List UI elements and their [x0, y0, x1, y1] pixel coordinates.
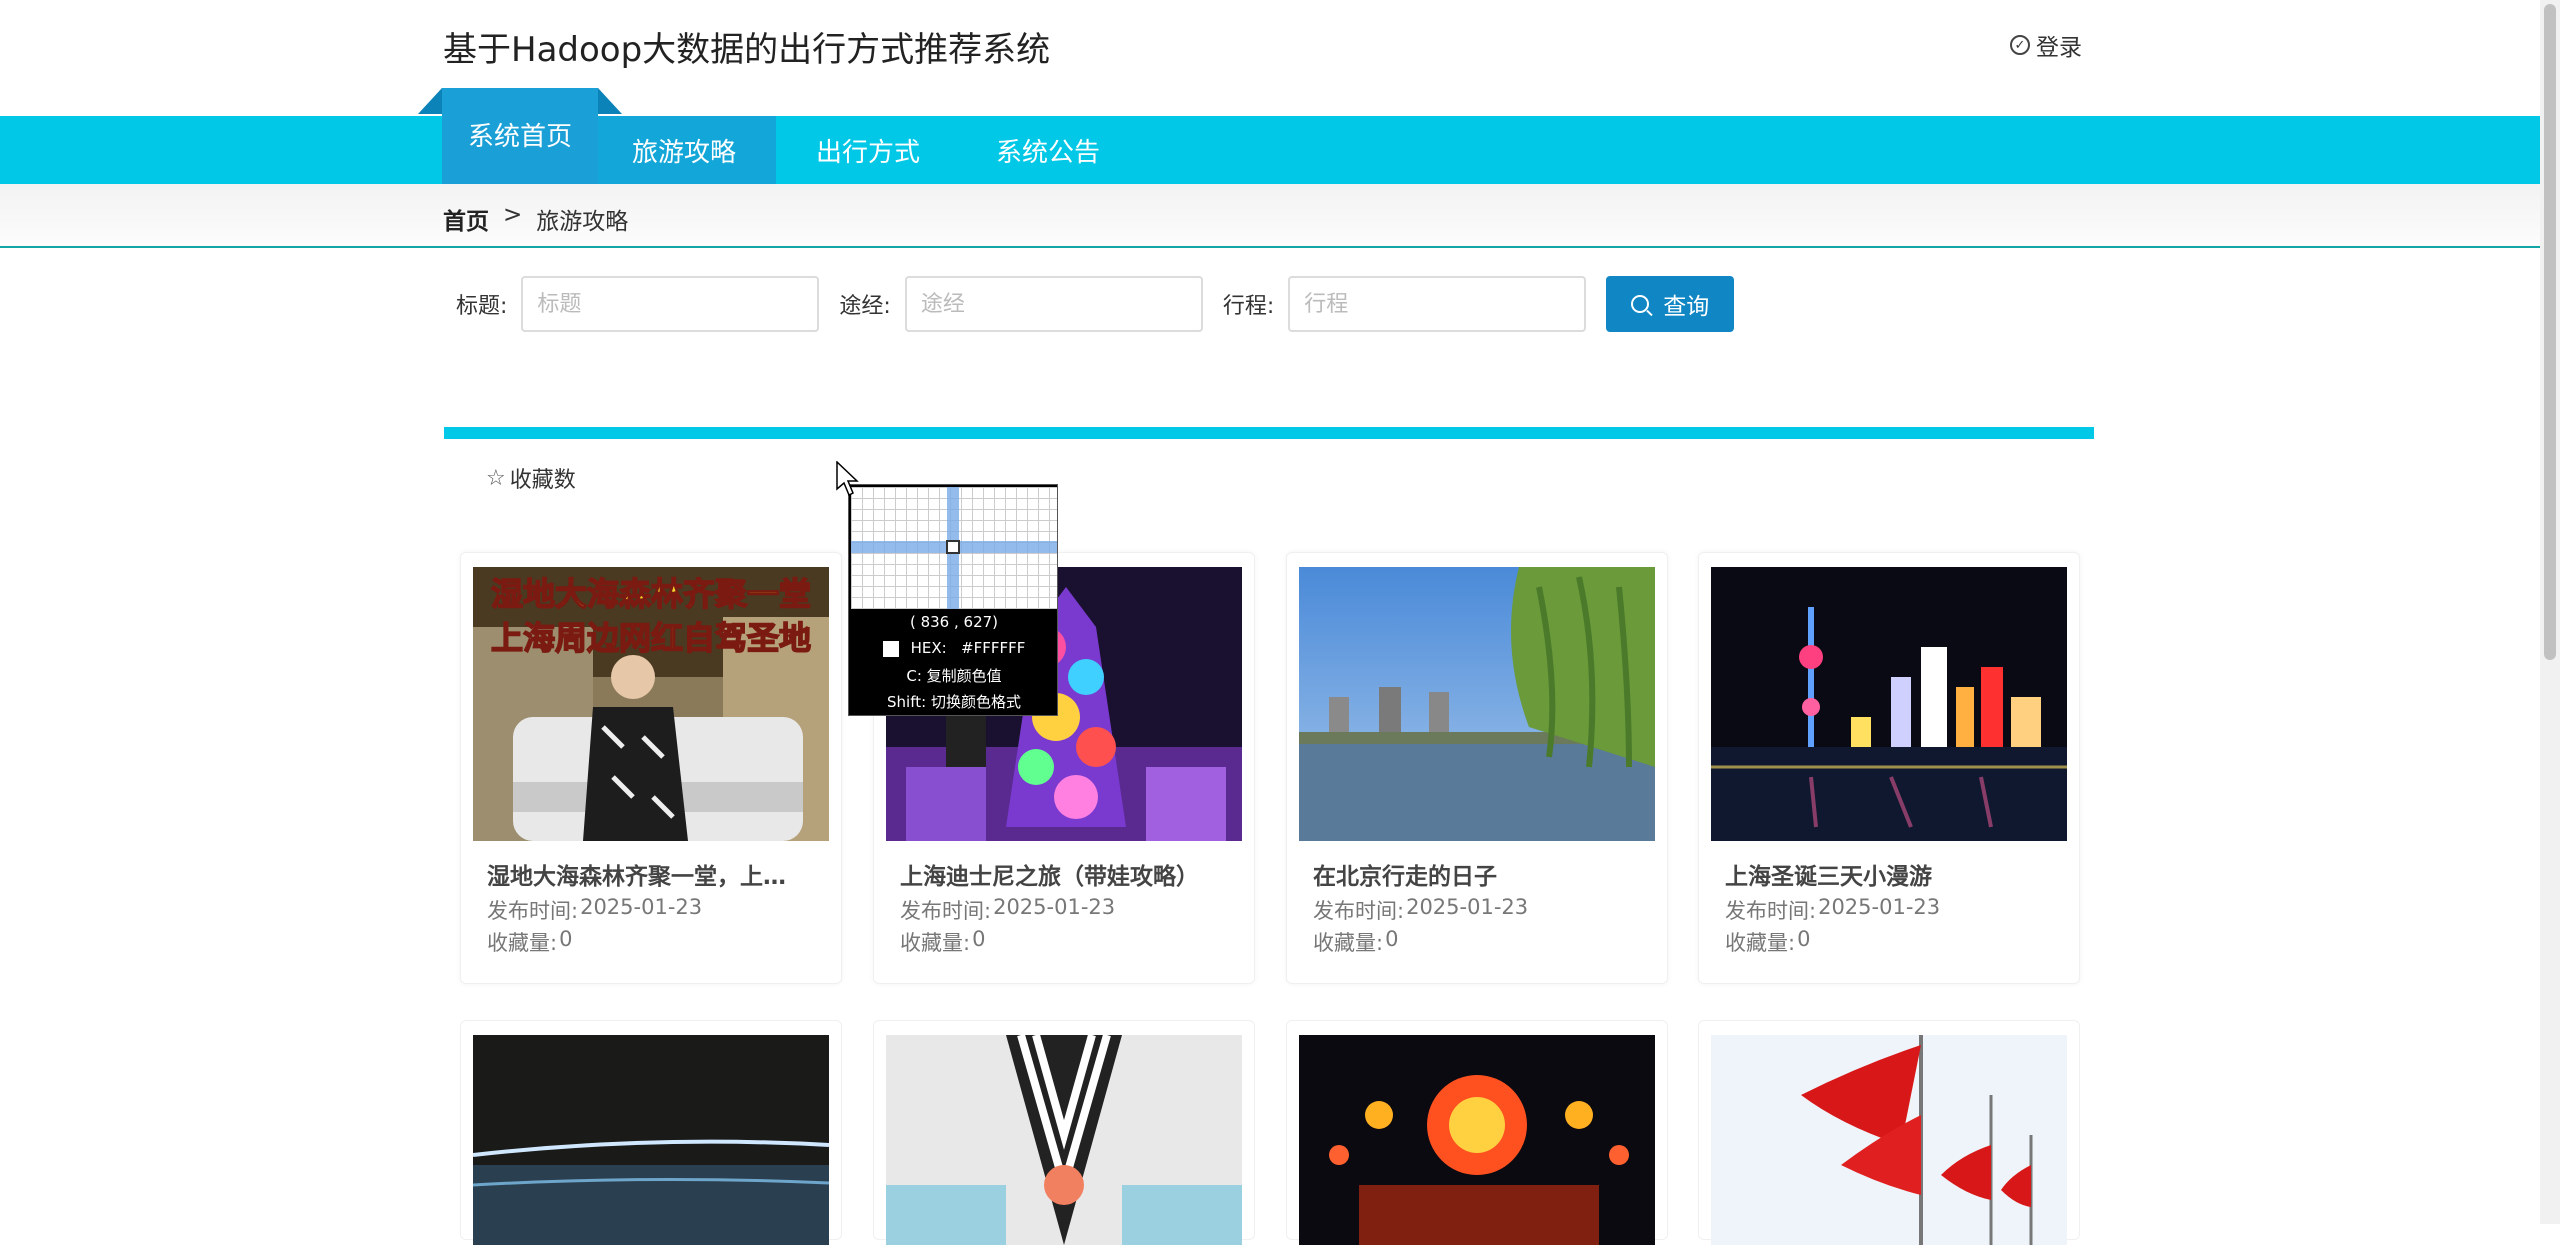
color-picker-overlay: ( 836 , 627) HEX: #FFFFFF C: 复制颜色值 Shift… — [848, 484, 1058, 716]
title-input[interactable] — [521, 276, 820, 332]
thumb-text-line2: 上海周边网红自驾圣地 — [491, 619, 811, 657]
card-favorites: 收藏量: 0 — [1313, 927, 1398, 957]
fav-label: 收藏量: — [1313, 931, 1384, 955]
color-swatch — [882, 640, 899, 657]
card-image: 湿地大海森林齐聚一堂 上海周边网红自驾圣地 — [473, 567, 829, 841]
trip-input[interactable] — [1288, 276, 1587, 332]
breadcrumb: 首页 > 旅游攻略 — [443, 202, 628, 236]
login-link[interactable]: ✓ 登录 — [2010, 28, 2082, 62]
nav-item-label: 出行方式 — [815, 137, 920, 168]
route-input[interactable] — [904, 276, 1203, 332]
fav-value: 0 — [559, 927, 573, 951]
search-form: 标题: 途经: 行程: 查询 — [456, 276, 1735, 332]
date-value: 2025-01-23 — [1406, 895, 1529, 919]
card-image — [473, 1035, 829, 1245]
breadcrumb-bar: 首页 > 旅游攻略 — [0, 184, 2540, 248]
card-image — [1711, 1035, 2067, 1245]
thumb-text-line1: 湿地大海森林齐聚一堂 — [491, 575, 811, 613]
search-button-label: 查询 — [1663, 294, 1710, 320]
site-title: 基于Hadoop大数据的出行方式推荐系统 — [443, 30, 1051, 70]
nav-item-label: 系统首页 — [467, 122, 572, 152]
tab-top — [442, 88, 598, 114]
nav-item-label: 旅游攻略 — [631, 137, 736, 168]
page-scrollbar[interactable] — [2540, 0, 2560, 1224]
breadcrumb-home[interactable]: 首页 — [443, 202, 489, 236]
nav-item-announcements[interactable]: 系统公告 — [960, 116, 1136, 184]
search-button[interactable]: 查询 — [1606, 276, 1735, 332]
card-date: 发布时间: 2025-01-23 — [1313, 895, 1528, 925]
guide-card[interactable]: 上海圣诞三天小漫游 发布时间: 2025-01-23 收藏量: 0 — [1698, 552, 2080, 984]
card-image — [1711, 567, 2067, 841]
date-label: 发布时间: — [1313, 899, 1405, 923]
card-favorites: 收藏量: 0 — [487, 927, 572, 957]
nav-item-home[interactable]: 系统首页 — [418, 88, 622, 184]
trip-label: 行程: — [1222, 294, 1275, 319]
card-title: 上海圣诞三天小漫游 — [1725, 864, 1932, 890]
fav-label: 收藏量: — [900, 931, 971, 955]
check-circle-icon: ✓ — [2010, 35, 2030, 55]
card-image — [886, 1035, 1242, 1245]
guide-card[interactable] — [460, 1020, 842, 1245]
card-date: 发布时间: 2025-01-23 — [900, 895, 1115, 925]
date-label: 发布时间: — [1725, 899, 1817, 923]
card-favorites: 收藏量: 0 — [1725, 927, 1810, 957]
section-divider — [444, 427, 2094, 439]
picker-copy-hint: C: 复制颜色值 — [906, 667, 1002, 685]
card-date: 发布时间: 2025-01-23 — [487, 895, 702, 925]
date-value: 2025-01-23 — [580, 895, 703, 919]
scrollbar-thumb[interactable] — [2544, 4, 2556, 660]
guide-card[interactable] — [873, 1020, 1255, 1245]
card-title: 在北京行走的日子 — [1313, 864, 1497, 890]
main-nav: 旅游攻略 出行方式 系统公告 — [0, 116, 2540, 184]
breadcrumb-separator: > — [503, 202, 523, 228]
guide-card[interactable]: 湿地大海森林齐聚一堂 上海周边网红自驾圣地 湿地大海森林齐聚一堂，上海... 发… — [460, 552, 842, 984]
breadcrumb-current: 旅游攻略 — [536, 209, 629, 235]
guide-card[interactable] — [1698, 1020, 2080, 1245]
fav-value: 0 — [1385, 927, 1399, 951]
nav-item-label: 系统公告 — [995, 137, 1100, 168]
hex-label: HEX: — [910, 639, 947, 657]
route-label: 途经: — [839, 294, 891, 319]
picker-hex: HEX: #FFFFFF — [849, 639, 1059, 657]
picker-center-pixel — [946, 540, 960, 554]
date-label: 发布时间: — [900, 899, 992, 923]
hex-value: #FFFFFF — [961, 639, 1026, 657]
sort-label: 收藏数 — [509, 468, 576, 493]
site-header: 基于Hadoop大数据的出行方式推荐系统 ✓ 登录 — [0, 0, 2540, 116]
login-label: 登录 — [2036, 35, 2082, 61]
fav-label: 收藏量: — [1725, 931, 1796, 955]
guide-card[interactable]: 在北京行走的日子 发布时间: 2025-01-23 收藏量: 0 — [1286, 552, 1668, 984]
search-icon — [1631, 295, 1650, 313]
tab-right-fold — [598, 88, 622, 114]
card-title: 上海迪士尼之旅（带娃攻略） — [900, 864, 1199, 890]
card-date: 发布时间: 2025-01-23 — [1725, 895, 1940, 925]
star-icon: ☆ — [486, 465, 506, 491]
picker-coords: ( 836 , 627) — [909, 613, 999, 631]
date-value: 2025-01-23 — [1818, 895, 1941, 919]
fav-value: 0 — [1797, 927, 1811, 951]
guide-card[interactable] — [1286, 1020, 1668, 1245]
sort-by-favorites[interactable]: ☆ 收藏数 — [486, 462, 576, 494]
card-title: 湿地大海森林齐聚一堂，上海... — [487, 864, 807, 890]
card-image — [1299, 567, 1655, 841]
date-value: 2025-01-23 — [993, 895, 1116, 919]
picker-shift-hint: Shift: 切换颜色格式 — [887, 693, 1021, 711]
card-image — [1299, 1035, 1655, 1245]
fav-label: 收藏量: — [487, 931, 558, 955]
card-favorites: 收藏量: 0 — [900, 927, 985, 957]
date-label: 发布时间: — [487, 899, 579, 923]
fav-value: 0 — [972, 927, 986, 951]
tab-left-fold — [418, 88, 442, 114]
title-label: 标题: — [456, 294, 508, 319]
nav-item-travel-modes[interactable]: 出行方式 — [776, 116, 960, 184]
tab-body: 系统首页 — [442, 114, 598, 184]
